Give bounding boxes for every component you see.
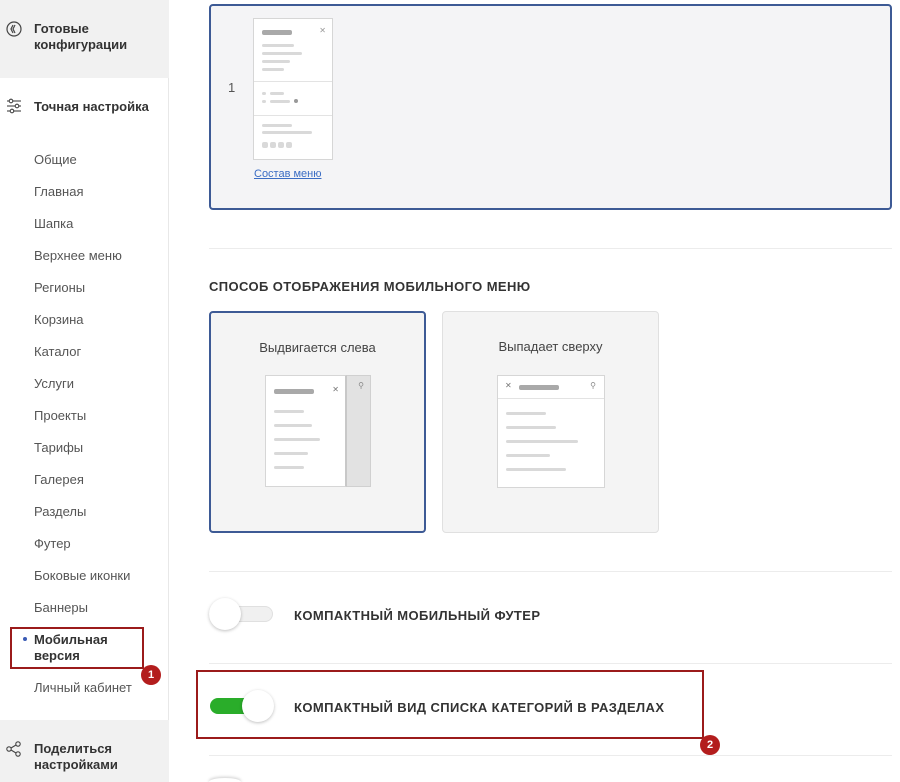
option-label-drop-top: Выпадает сверху [498, 339, 603, 354]
share-icon [6, 741, 21, 757]
option-label-slide-left: Выдвигается слева [259, 340, 376, 355]
share-settings-label: Поделиться настройками [34, 741, 118, 772]
ready-configs-label: Готовые конфигурации [34, 21, 128, 52]
sidebar-item-footer[interactable]: Футер [34, 536, 71, 552]
sidebar-item-header[interactable]: Шапка [34, 216, 73, 232]
divider [209, 755, 892, 756]
ready-configs-icon [6, 21, 22, 37]
compact-footer-label: КОМПАКТНЫЙ МОБИЛЬНЫЙ ФУТЕР [294, 608, 541, 623]
menu-preview-thumbnail: ✕ [253, 18, 333, 160]
sidebar-item-cart[interactable]: Корзина [34, 312, 84, 328]
mobile-menu-option-slide-left[interactable]: Выдвигается слева ⚲ ✕ [209, 311, 426, 533]
annotation-badge-2: 2 [700, 735, 720, 755]
section-title-mobile-menu: СПОСОБ ОТОБРАЖЕНИЯ МОБИЛЬНОГО МЕНЮ [209, 279, 531, 294]
menu-option-number: 1 [228, 80, 236, 95]
share-settings-block[interactable]: Поделиться настройками [0, 720, 169, 782]
highlight-frame-compact-categories [196, 670, 704, 739]
sidebar-item-side-icons[interactable]: Боковые иконки [34, 568, 130, 584]
sidebar-item-general[interactable]: Общие [34, 152, 77, 168]
compact-footer-toggle[interactable] [209, 598, 273, 630]
sidebar-item-tariffs[interactable]: Тарифы [34, 440, 83, 456]
sidebar-item-personal-account[interactable]: Личный кабинет [34, 680, 132, 696]
sidebar-item-main[interactable]: Главная [34, 184, 83, 200]
close-icon: ✕ [319, 26, 326, 35]
annotation-badge-1: 1 [141, 665, 161, 685]
sliders-icon [7, 98, 21, 114]
sidebar-item-top-menu[interactable]: Верхнее меню [34, 248, 122, 264]
sidebar-item-banners[interactable]: Баннеры [34, 600, 88, 616]
sidebar-item-regions[interactable]: Регионы [34, 280, 85, 296]
next-toggle-partial[interactable] [209, 778, 241, 782]
fine-tuning-heading[interactable]: Точная настройка [34, 99, 164, 115]
divider [209, 248, 892, 249]
menu-composition-link[interactable]: Состав меню [254, 168, 322, 180]
search-icon: ⚲ [358, 381, 364, 390]
highlight-frame-mobile-version [10, 627, 144, 669]
ready-configs-block[interactable]: Готовые конфигурации [0, 0, 169, 78]
sidebar-item-sections[interactable]: Разделы [34, 504, 86, 520]
divider [209, 571, 892, 572]
sidebar-item-projects[interactable]: Проекты [34, 408, 86, 424]
sidebar-item-services[interactable]: Услуги [34, 376, 74, 392]
sidebar-item-catalog[interactable]: Каталог [34, 344, 81, 360]
drop-top-preview: ✕ ⚲ [497, 375, 605, 488]
slide-left-preview: ⚲ ✕ [265, 375, 371, 487]
sidebar-item-gallery[interactable]: Галерея [34, 472, 84, 488]
divider [209, 663, 892, 664]
mobile-menu-option-drop-top[interactable]: Выпадает сверху ✕ ⚲ [442, 311, 659, 533]
